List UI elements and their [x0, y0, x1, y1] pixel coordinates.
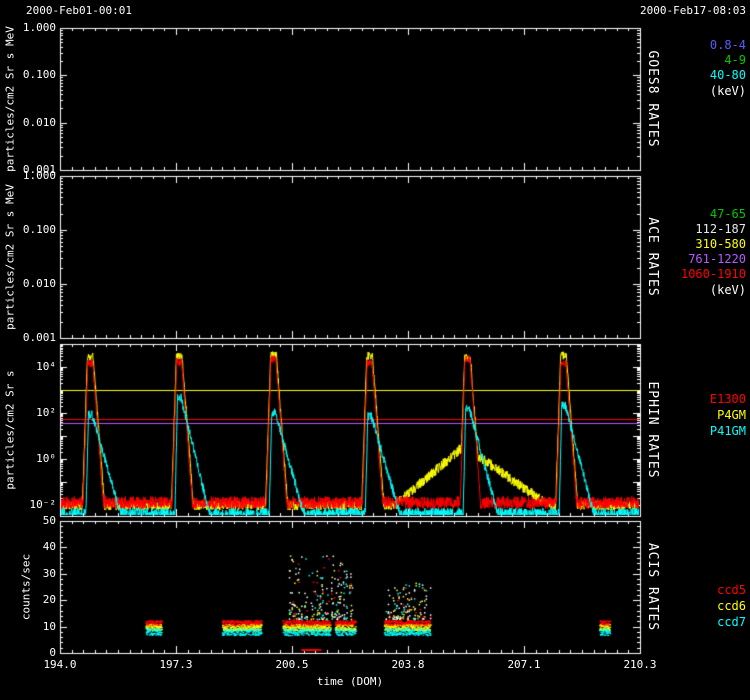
ace-legend-units: (keV)	[636, 283, 746, 297]
ace-legend-channel-5: 1060-1910	[636, 267, 746, 281]
goes8-ytick-3: 0.010	[14, 116, 56, 130]
acis-legend-ccd6: ccd6	[636, 599, 746, 613]
ace-ytick-4: 0.001	[14, 331, 56, 345]
acis-legend-ccd7: ccd7	[636, 615, 746, 629]
start-date-label: 2000-Feb01-00:01	[26, 4, 132, 18]
ace-ytick-2: 0.100	[14, 223, 56, 237]
xtick-6: 210.3	[610, 658, 670, 672]
goes8-legend-channel-1: 0.8-4	[636, 38, 746, 52]
acis-ytick-2: 40	[14, 540, 56, 554]
x-axis-title: time (DOM)	[250, 675, 450, 689]
goes8-ytick-1: 1.000	[14, 21, 56, 35]
ace-legend-channel-4: 761-1220	[636, 252, 746, 266]
acis-y-axis-title: counts/sec	[20, 554, 33, 620]
ace-legend-channel-1: 47-65	[636, 207, 746, 221]
ephin-legend-p4gm: P4GM	[636, 408, 746, 422]
ace-ytick-3: 0.010	[14, 277, 56, 291]
radiation-monitor-plot: 2000-Feb01-00:01 2000-Feb17-08:03 1.000 …	[0, 0, 750, 700]
xtick-3: 200.5	[262, 658, 322, 672]
ephin-y-axis-title: particles/cm2 Sr s	[4, 370, 17, 489]
ephin-ytick-1: 10⁴	[14, 360, 56, 374]
ephin-ytick-2: 10²	[14, 406, 56, 420]
xtick-5: 207.1	[494, 658, 554, 672]
ephin-ytick-4: 10⁻²	[14, 498, 56, 512]
xtick-2: 197.3	[146, 658, 206, 672]
goes8-legend-channel-2: 4-9	[636, 53, 746, 67]
ephin-legend-p41gm: P41GM	[636, 424, 746, 438]
ace-legend-channel-3: 310-580	[636, 237, 746, 251]
goes8-legend-channel-3: 40-80	[636, 68, 746, 82]
goes8-y-axis-title: particles/cm2 Sr s MeV	[4, 26, 17, 172]
acis-ytick-1: 50	[14, 514, 56, 528]
acis-ytick-5: 10	[14, 620, 56, 634]
end-date-label: 2000-Feb17-08:03	[640, 4, 746, 18]
xtick-4: 203.8	[378, 658, 438, 672]
ace-ytick-1: 1.000	[14, 169, 56, 183]
acis-legend-ccd5: ccd5	[636, 583, 746, 597]
ephin-legend-e1300: E1300	[636, 392, 746, 406]
goes8-ytick-2: 0.100	[14, 68, 56, 82]
ephin-ytick-3: 10⁰	[14, 452, 56, 466]
ace-y-axis-title: particles/cm2 Sr s MeV	[4, 184, 17, 330]
ace-legend-channel-2: 112-187	[636, 222, 746, 236]
goes8-legend-units: (keV)	[636, 84, 746, 98]
xtick-1: 194.0	[30, 658, 90, 672]
